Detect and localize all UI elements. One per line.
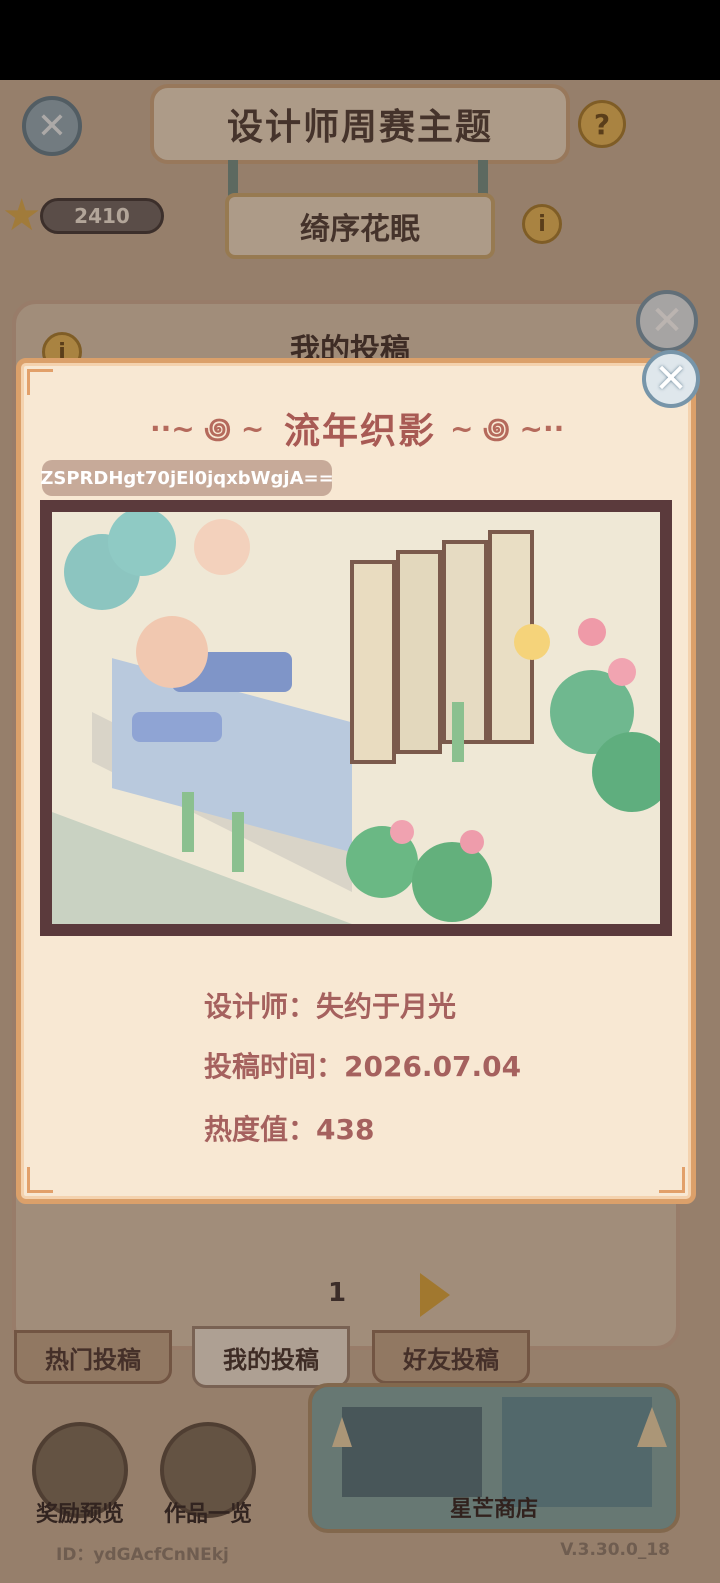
tab-friend-submissions[interactable]: 好友投稿 — [372, 1330, 530, 1384]
hanger-right — [478, 160, 488, 196]
corner-ornament — [27, 1167, 53, 1193]
close-icon[interactable]: ✕ — [22, 96, 82, 156]
page-title: 设计师周赛主题 — [150, 84, 570, 164]
theme-name: 绮序花眠 — [225, 193, 495, 259]
star-icon: ★ — [2, 190, 42, 241]
heat-info: 热度值：438 — [204, 1113, 375, 1146]
next-arrow-icon[interactable] — [420, 1273, 450, 1317]
score-badge: 2410 — [40, 198, 164, 234]
hanger-left — [228, 160, 238, 196]
flourish-right-icon: ~ ꩜ ~·· — [450, 412, 565, 445]
works-list-label: 作品一览 — [163, 1502, 252, 1527]
tab-hot-submissions[interactable]: 热门投稿 — [14, 1330, 172, 1384]
submit-time-info: 投稿时间：2026.07.04 — [204, 1050, 522, 1083]
room-illustration — [52, 512, 660, 924]
star-shop-label: 星芒商店 — [449, 1497, 538, 1522]
share-code[interactable]: ZSPRDHgt70jEl0jqxbWgjA== — [40, 460, 334, 496]
status-bar — [0, 0, 720, 80]
help-icon[interactable]: ? — [578, 100, 626, 148]
user-id: ID：ydGAcfCnNEkj — [56, 1545, 229, 1565]
star-shop-button[interactable]: 星芒商店 — [308, 1383, 680, 1533]
info-icon[interactable]: i — [522, 204, 562, 244]
version-label: V.3.30.0_18 — [560, 1540, 670, 1560]
designer-info: 设计师：失约于月光 — [204, 990, 457, 1023]
panel-close-icon[interactable]: ✕ — [636, 290, 698, 352]
corner-ornament — [659, 1167, 685, 1193]
page-number: 1 — [327, 1278, 347, 1308]
corner-ornament — [27, 369, 53, 395]
works-list-button[interactable]: 作品一览 — [158, 1422, 258, 1528]
reward-preview-label: 奖励预览 — [35, 1502, 124, 1527]
tab-my-submissions[interactable]: 我的投稿 — [192, 1326, 350, 1388]
modal-title: 流年织影 — [283, 411, 436, 452]
close-icon[interactable]: ✕ — [642, 350, 700, 408]
design-artwork — [40, 500, 672, 936]
reward-preview-button[interactable]: 奖励预览 — [30, 1422, 130, 1528]
